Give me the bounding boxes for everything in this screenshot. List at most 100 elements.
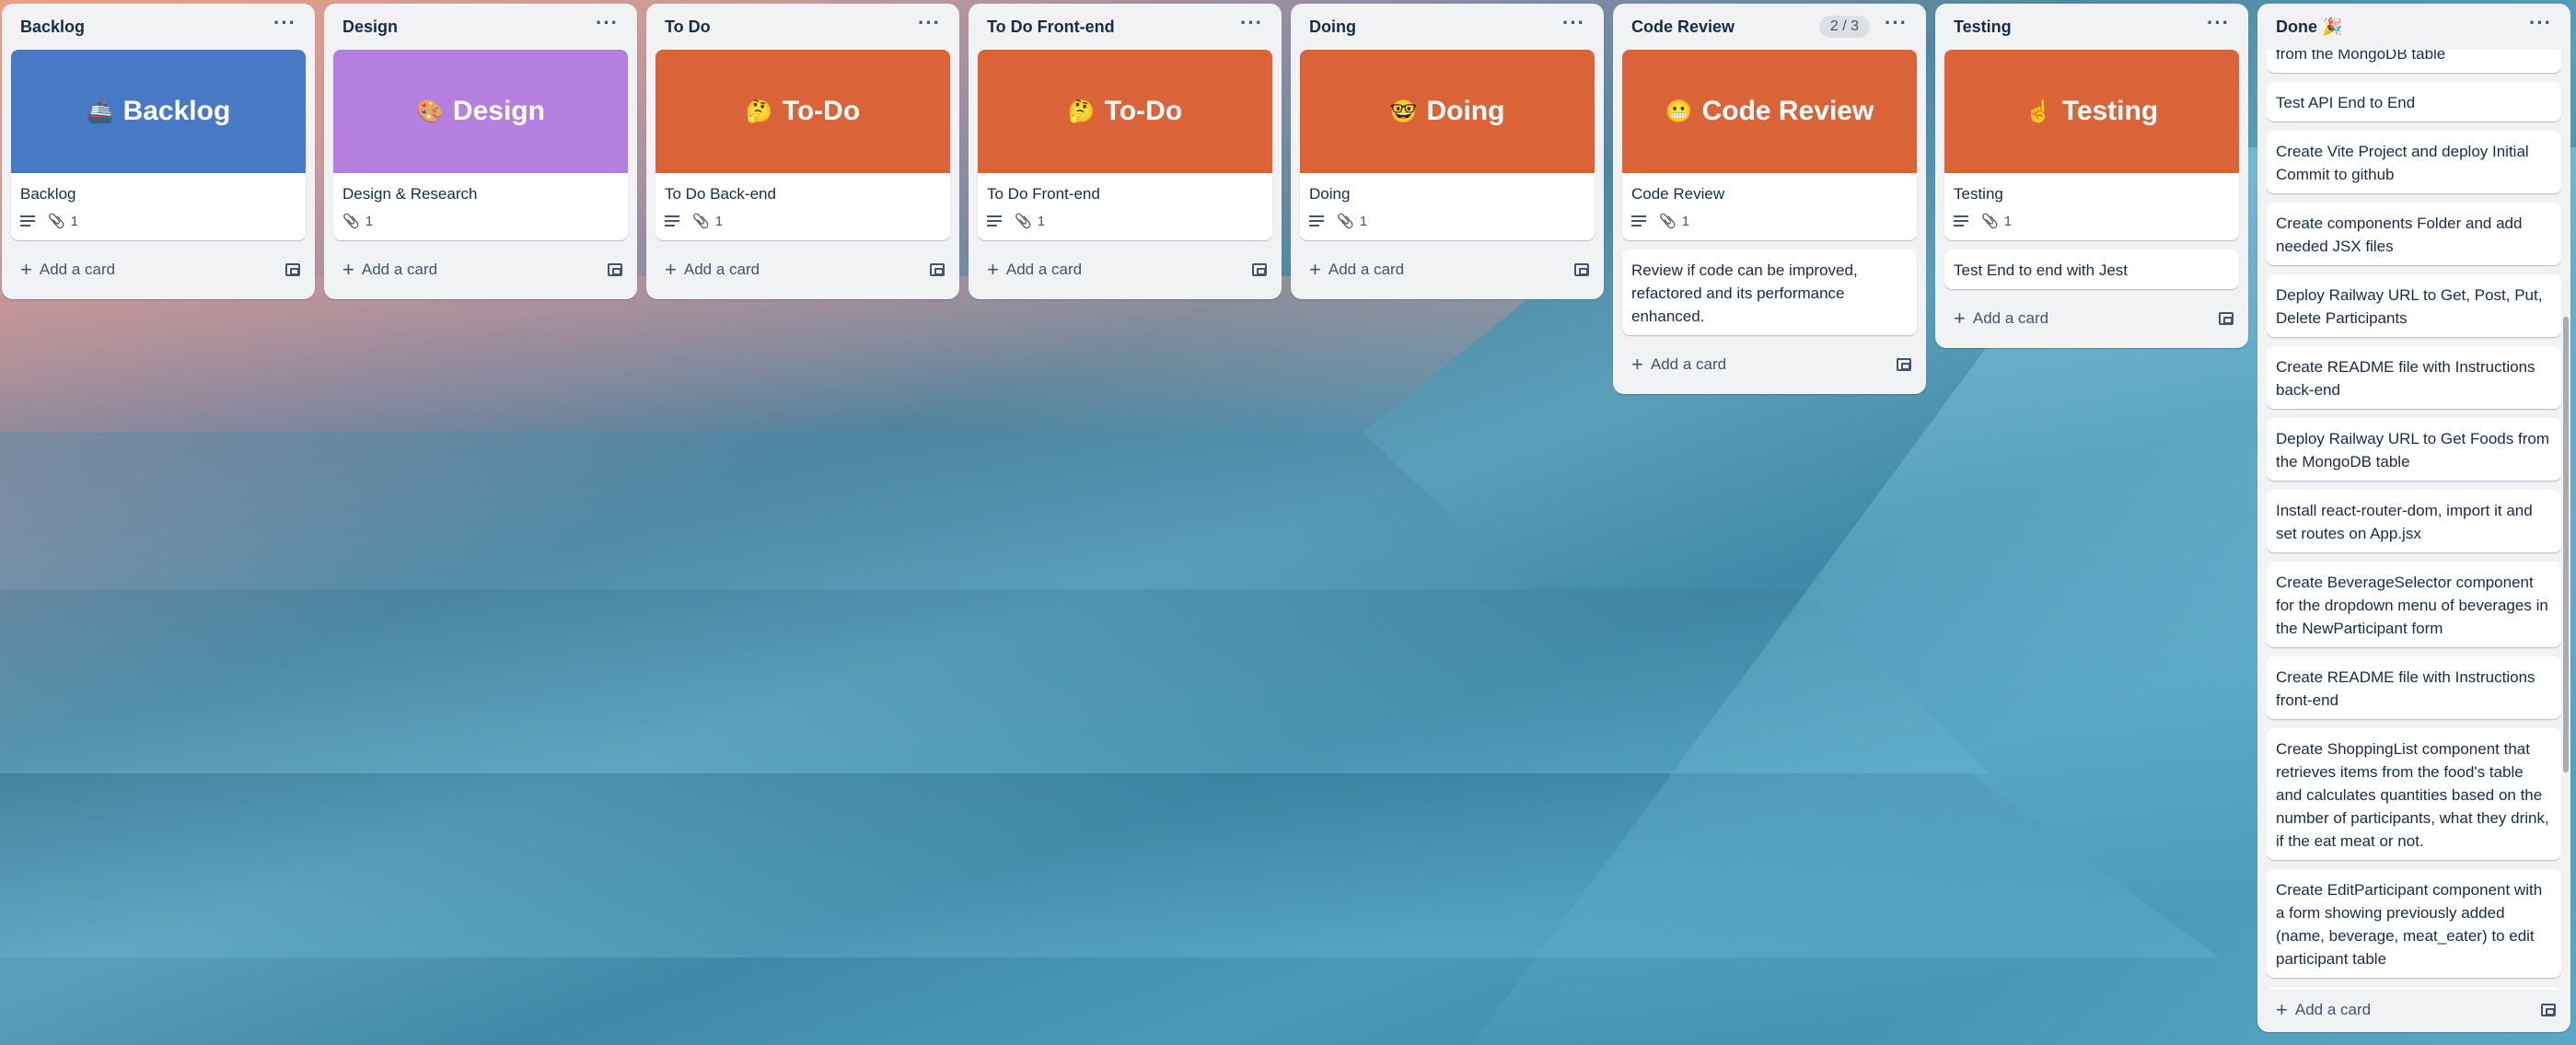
list-menu-icon[interactable]: ···: [268, 13, 302, 41]
card-limit-badge: 2 / 3: [1818, 16, 1871, 38]
cover-card[interactable]: 🤔 To-Do To Do Back-end 📎 1: [656, 50, 950, 240]
plus-icon: +: [1954, 307, 1966, 330]
card-badges: 📎 1: [1954, 209, 2230, 233]
cover-card[interactable]: 🚢 Backlog Backlog 📎 1: [11, 50, 306, 240]
list-title[interactable]: Doing: [1309, 17, 1356, 37]
card-body: Code Review 📎 1: [1622, 173, 1917, 240]
create-from-template-icon[interactable]: [930, 263, 945, 276]
list-title[interactable]: Backlog: [20, 17, 85, 37]
card[interactable]: Create components Folder and add needed …: [2267, 203, 2561, 265]
create-from-template-icon[interactable]: [285, 263, 300, 276]
add-card-button[interactable]: + Add a card: [342, 260, 437, 280]
add-card-button[interactable]: + Add a card: [1309, 260, 1404, 280]
card[interactable]: Review if code can be improved, refactor…: [1622, 250, 1917, 335]
list-title[interactable]: To Do: [665, 17, 711, 37]
card-title: Install react-router-dom, import it and …: [2276, 502, 2533, 542]
list-menu-icon[interactable]: ···: [1557, 13, 1591, 41]
list-header[interactable]: To Do Front-end ···: [978, 4, 1272, 50]
card-title: Backlog: [20, 185, 76, 203]
card[interactable]: Create BeverageSelector component for th…: [2267, 562, 2561, 647]
card-title: Create README file with Instructions fro…: [2276, 668, 2535, 709]
list-header-actions: 2 / 3 ···: [1818, 13, 1913, 41]
card-body: Backlog 📎 1: [11, 173, 306, 240]
card-badges: 📎 1: [342, 209, 619, 233]
card[interactable]: from the MongoDB table: [2267, 50, 2561, 73]
list-header[interactable]: Backlog ···: [11, 4, 306, 50]
card-title: To Do Front-end: [987, 185, 1100, 203]
add-card-button[interactable]: + Add a card: [2276, 1000, 2371, 1020]
list-header[interactable]: To Do ···: [656, 4, 950, 50]
list-header[interactable]: Doing ···: [1300, 4, 1595, 50]
plus-icon: +: [1309, 258, 1321, 281]
cover-card[interactable]: 🤔 To-Do To Do Front-end 📎 1: [978, 50, 1272, 240]
card[interactable]: Create Vite Project and deploy Initial C…: [2267, 131, 2561, 193]
attachment-count: 1: [1037, 213, 1046, 229]
card[interactable]: Create ShoppingList component that retri…: [2267, 728, 2561, 860]
card-body: Review if code can be improved, refactor…: [1622, 250, 1917, 335]
attachment-count: 1: [1359, 213, 1368, 229]
card[interactable]: Deploy Railway URL to Get, Post, Put, De…: [2267, 274, 2561, 337]
card[interactable]: Create EditParticipant component with a …: [2267, 869, 2561, 978]
card[interactable]: Deploy Railway URL to Get Foods from the…: [2267, 418, 2561, 481]
create-from-template-icon[interactable]: [2219, 312, 2234, 325]
add-card-button[interactable]: + Add a card: [1631, 354, 1726, 375]
cover-card[interactable]: ☝️ Testing Testing 📎 1: [1944, 50, 2239, 240]
description-icon: [1309, 215, 1324, 226]
card-body: from the MongoDB table: [2267, 50, 2561, 73]
card-body: Testing 📎 1: [1944, 173, 2239, 240]
list-footer: + Add a card: [2267, 990, 2561, 1030]
list-header-actions: ···: [912, 13, 946, 41]
plus-icon: +: [342, 258, 354, 281]
done-card-scroll-area[interactable]: from the MongoDB table Test API End to En…: [2267, 50, 2561, 1007]
add-card-button[interactable]: + Add a card: [665, 260, 760, 280]
list-menu-icon[interactable]: ···: [1235, 13, 1269, 41]
list-title[interactable]: Done 🎉: [2276, 17, 2342, 37]
list-menu-icon[interactable]: ···: [912, 13, 946, 41]
card-body: Create components Folder and add needed …: [2267, 203, 2561, 265]
cover-card[interactable]: 🤓 Doing Doing 📎 1: [1300, 50, 1595, 240]
list-footer: + Add a card: [11, 250, 306, 290]
list-title[interactable]: Testing: [1954, 17, 2012, 37]
cover-card[interactable]: 😬 Code Review Code Review 📎 1: [1622, 50, 1917, 240]
card[interactable]: Test End to end with Jest: [1944, 250, 2239, 289]
attachment-badge: 📎 1: [1659, 213, 1689, 230]
list-header-actions: ···: [268, 13, 302, 41]
card[interactable]: Test API End to End: [2267, 82, 2561, 122]
card[interactable]: Install react-router-dom, import it and …: [2267, 490, 2561, 552]
add-card-button[interactable]: + Add a card: [987, 260, 1082, 280]
create-from-template-icon[interactable]: [608, 263, 622, 276]
cover-card[interactable]: 🎨 Design Design & Research 📎 1: [333, 50, 628, 240]
list-header[interactable]: Design ···: [333, 4, 628, 50]
done-scrollbar[interactable]: [2563, 317, 2569, 772]
list-header[interactable]: Code Review 2 / 3 ···: [1622, 4, 1917, 50]
create-from-template-icon[interactable]: [1897, 358, 1911, 371]
list-menu-icon[interactable]: ···: [590, 13, 624, 41]
list-footer: + Add a card: [656, 250, 950, 290]
add-card-button[interactable]: + Add a card: [1954, 308, 2048, 329]
add-card-label: Add a card: [2294, 1001, 2372, 1018]
attachment-count: 1: [70, 213, 79, 229]
list-header[interactable]: Testing ···: [1944, 4, 2239, 50]
cover-title: Backlog: [122, 96, 231, 126]
card-title: Create components Folder and add needed …: [2276, 215, 2523, 255]
list-title[interactable]: Code Review: [1631, 17, 1735, 37]
cover-title: Doing: [1426, 96, 1505, 126]
list-menu-icon[interactable]: ···: [2524, 13, 2558, 41]
plus-icon: +: [1631, 353, 1643, 376]
list-menu-icon[interactable]: ···: [2201, 13, 2235, 41]
list-title[interactable]: Design: [342, 17, 398, 37]
card[interactable]: Create README file with Instructions bac…: [2267, 346, 2561, 409]
create-from-template-icon[interactable]: [1574, 263, 1589, 276]
create-from-template-icon[interactable]: [2541, 1004, 2556, 1016]
create-from-template-icon[interactable]: [1252, 263, 1267, 276]
list-title[interactable]: To Do Front-end: [987, 17, 1115, 37]
card-title: Deploy Railway URL to Get Foods from the…: [2276, 430, 2549, 470]
list-header[interactable]: Done 🎉 ···: [2267, 4, 2561, 50]
add-card-label: Add a card: [361, 261, 438, 278]
list-header-actions: ···: [590, 13, 624, 41]
card-cover: 🤔 To-Do: [978, 50, 1272, 173]
card-body: Create EditParticipant component with a …: [2267, 869, 2561, 978]
add-card-button[interactable]: + Add a card: [20, 260, 115, 280]
list-menu-icon[interactable]: ···: [1879, 13, 1913, 41]
card[interactable]: Create README file with Instructions fro…: [2267, 656, 2561, 719]
